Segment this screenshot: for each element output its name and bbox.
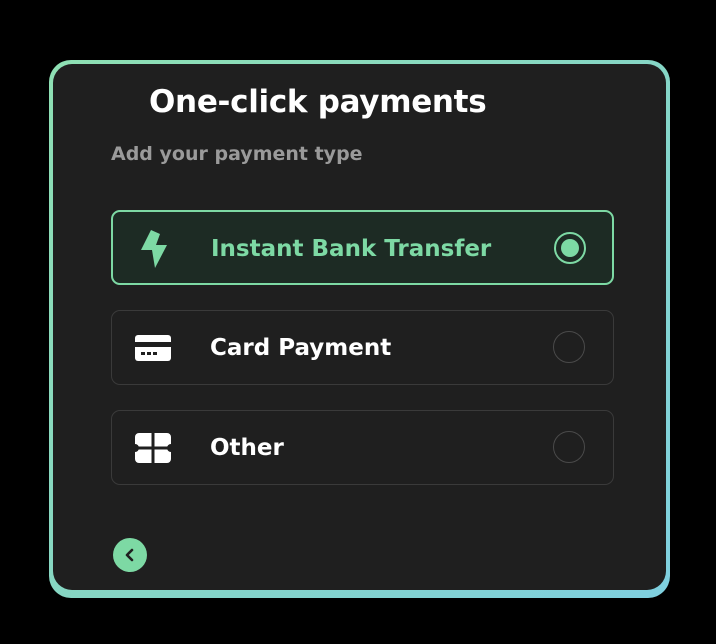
ticket-icon bbox=[134, 430, 172, 466]
payment-option-instant-bank-transfer[interactable]: Instant Bank Transfer bbox=[111, 210, 614, 285]
payment-option-label: Card Payment bbox=[210, 335, 392, 361]
radio-selected[interactable] bbox=[554, 232, 586, 264]
credit-card-icon bbox=[134, 330, 172, 366]
back-button[interactable] bbox=[113, 538, 147, 572]
payment-option-label: Other bbox=[210, 435, 284, 461]
radio-dot bbox=[561, 239, 579, 257]
chevron-left-icon bbox=[123, 548, 137, 562]
payment-option-label: Instant Bank Transfer bbox=[211, 236, 492, 262]
lightning-bolt-icon bbox=[135, 230, 173, 268]
page-subtitle: Add your payment type bbox=[111, 143, 363, 165]
payment-type-card: One-click payments Add your payment type… bbox=[53, 64, 666, 590]
page-title: One-click payments bbox=[149, 84, 487, 120]
radio-unselected[interactable] bbox=[553, 331, 585, 363]
radio-unselected[interactable] bbox=[553, 431, 585, 463]
payment-option-other[interactable]: Other bbox=[111, 410, 614, 485]
payment-option-card-payment[interactable]: Card Payment bbox=[111, 310, 614, 385]
